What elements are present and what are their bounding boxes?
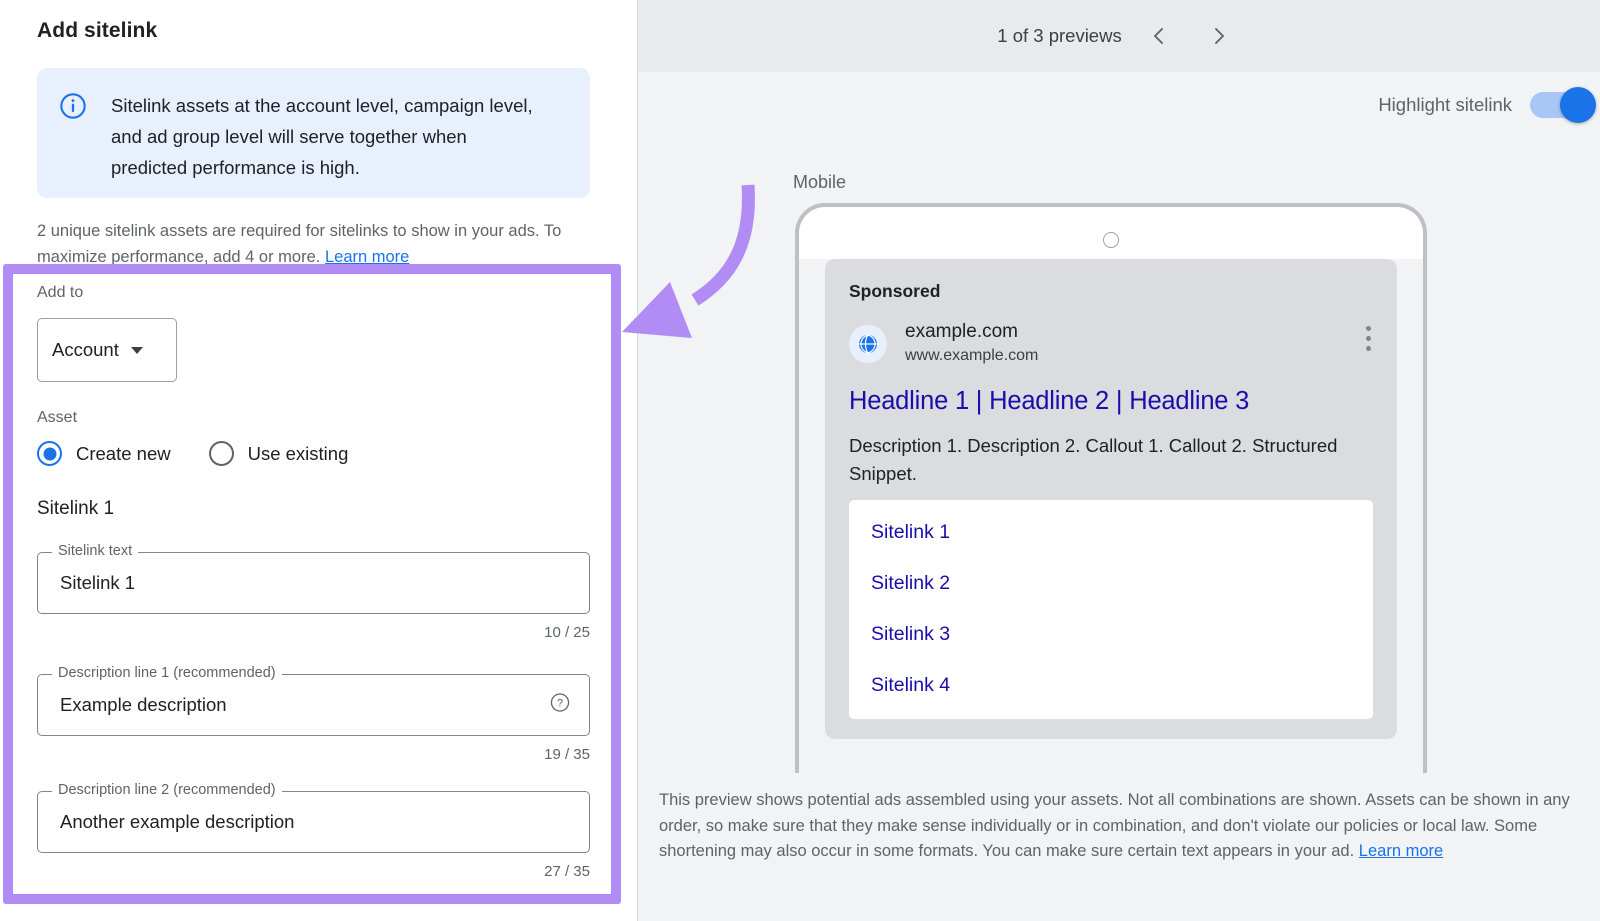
sitelink-item[interactable]: Sitelink 1: [871, 518, 1351, 546]
disclaimer-learn-more-link[interactable]: Learn more: [1359, 842, 1443, 860]
advertiser-names: example.com www.example.com: [905, 320, 1038, 368]
highlight-sitelink-toggle[interactable]: [1530, 87, 1596, 123]
preview-counter: 1 of 3 previews: [997, 25, 1122, 46]
advertiser-row: example.com www.example.com: [849, 320, 1373, 368]
dot: [1366, 326, 1371, 331]
info-banner: Sitelink assets at the account level, ca…: [37, 68, 590, 198]
toggle-knob: [1560, 87, 1596, 123]
advertiser-url: www.example.com: [905, 347, 1039, 364]
description-line-1-field[interactable]: Description line 1 (recommended) Example…: [37, 665, 590, 736]
description-line-2-counter: 27 / 35: [544, 863, 590, 880]
ad-headline[interactable]: Headline 1 | Headline 2 | Headline 3: [849, 384, 1373, 418]
sitelink-section-title: Sitelink 1: [37, 498, 115, 519]
radio-create-new-label: Create new: [76, 442, 171, 464]
device-label: Mobile: [793, 172, 847, 192]
add-to-select[interactable]: Account: [37, 318, 177, 382]
dot: [1366, 346, 1371, 351]
sitelink-item[interactable]: Sitelink 4: [871, 671, 1351, 699]
description-line-2-value: Another example description: [60, 811, 295, 832]
description-line-1-counter: 19 / 35: [544, 746, 590, 763]
mobile-device-frame: Sponsored example.com www.example.com He…: [795, 203, 1427, 773]
help-icon[interactable]: ?: [549, 692, 571, 719]
radio-use-existing-label: Use existing: [247, 442, 349, 464]
svg-text:?: ?: [557, 698, 563, 710]
advertiser-name: example.com: [905, 321, 1018, 342]
previous-preview-button[interactable]: [1136, 13, 1182, 59]
highlight-sitelink-row: Highlight sitelink: [1378, 87, 1600, 123]
next-preview-button[interactable]: [1196, 13, 1242, 59]
sitelink-text-counter: 10 / 25: [544, 624, 590, 641]
chevron-right-icon: [1214, 28, 1224, 44]
info-icon: [59, 92, 87, 120]
helper-text-body: 2 unique sitelink assets are required fo…: [37, 222, 562, 266]
description-line-1-legend: Description line 1 (recommended): [52, 665, 282, 681]
sitelink-item[interactable]: Sitelink 3: [871, 620, 1351, 648]
asset-radio-group: Create new Use existing: [37, 441, 348, 466]
ad-preview-card: Sponsored example.com www.example.com He…: [825, 259, 1397, 739]
sitelink-text-legend: Sitelink text: [52, 543, 139, 559]
radio-use-existing[interactable]: [208, 441, 234, 466]
description-line-1-value: Example description: [60, 694, 227, 715]
asset-label: Asset: [37, 409, 78, 426]
camera-icon: [1103, 232, 1119, 248]
highlight-sitelink-label: Highlight sitelink: [1378, 94, 1512, 115]
chevron-down-icon: [130, 346, 143, 354]
sitelink-text-value: Sitelink 1: [60, 572, 136, 593]
add-sitelink-form-panel: Add sitelink Sitelink assets at the acco…: [0, 0, 637, 921]
preview-disclaimer: This preview shows potential ads assembl…: [659, 788, 1589, 865]
chevron-left-icon: [1153, 28, 1163, 44]
description-line-2-legend: Description line 2 (recommended): [52, 782, 282, 798]
add-to-selected-value: Account: [52, 339, 119, 360]
sitelink-item[interactable]: Sitelink 2: [871, 569, 1351, 597]
ad-preview-panel: 1 of 3 previews Highlight sitelink Mobil…: [637, 0, 1600, 921]
page-title: Add sitelink: [37, 19, 158, 42]
add-to-label: Add to: [37, 284, 84, 301]
ad-description: Description 1. Description 2. Callout 1.…: [849, 435, 1338, 484]
radio-create-new[interactable]: [37, 441, 62, 466]
info-banner-text: Sitelink assets at the account level, ca…: [111, 95, 533, 178]
dot: [1366, 336, 1371, 341]
sitelink-list: Sitelink 1 Sitelink 2 Sitelink 3 Sitelin…: [849, 500, 1373, 719]
phone-screen: Sponsored example.com www.example.com He…: [799, 259, 1423, 773]
description-line-2-field[interactable]: Description line 2 (recommended) Another…: [37, 782, 590, 853]
helper-text: 2 unique sitelink assets are required fo…: [37, 218, 599, 270]
globe-icon: [849, 325, 887, 363]
preview-toolbar: 1 of 3 previews: [638, 0, 1600, 72]
more-options-icon[interactable]: [1366, 326, 1371, 356]
sponsored-label: Sponsored: [849, 281, 941, 301]
sitelink-text-field[interactable]: Sitelink text Sitelink 1: [37, 543, 590, 614]
